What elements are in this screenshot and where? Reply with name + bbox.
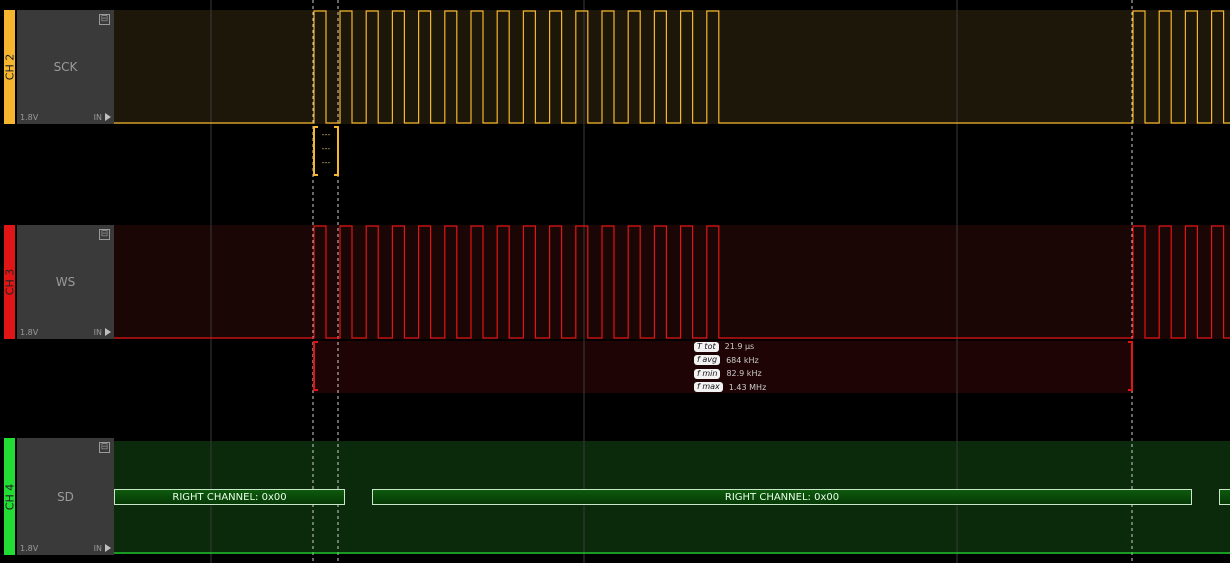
collapse-icon[interactable]: ⊟ <box>99 442 110 453</box>
decoder-frame[interactable]: RIGHT CHANNEL: 0x00 <box>372 489 1192 505</box>
measure-badge: T tot <box>694 341 719 352</box>
measure-value: 21.9 µs <box>724 342 755 352</box>
sck-annotation: --- --- --- <box>318 130 334 172</box>
measure-badge: f max <box>694 382 723 393</box>
measure-row: f min 82.9 kHz <box>694 367 766 381</box>
signal-name: SD <box>57 489 74 504</box>
waveform-area[interactable] <box>0 0 1230 563</box>
collapse-icon[interactable]: ⊟ <box>99 229 110 240</box>
channel-tab-ch2[interactable]: CH 2 <box>3 10 16 124</box>
decoder-frame[interactable] <box>1219 489 1230 505</box>
channel-id: CH 4 <box>3 483 16 510</box>
measure-row: f avg 684 kHz <box>694 354 766 368</box>
ws-lane-bg <box>114 225 1230 339</box>
measure-row: T tot 21.9 µs <box>694 340 766 354</box>
sck-annotation-line: --- <box>321 158 331 167</box>
ws-measurements: T tot 21.9 µs f avg 684 kHz f min 82.9 k… <box>694 340 766 394</box>
decoder-frame-label: RIGHT CHANNEL: 0x00 <box>172 491 287 503</box>
decoder-frame[interactable]: RIGHT CHANNEL: 0x00 <box>114 489 345 505</box>
voltage-label: 1.8V <box>20 544 39 553</box>
direction-label: IN <box>93 113 102 122</box>
channel-panel-sck[interactable]: ⊟ SCK 1.8V IN <box>17 10 114 124</box>
input-arrow-icon <box>105 544 111 552</box>
decoder-frame-label: RIGHT CHANNEL: 0x00 <box>724 491 840 503</box>
voltage-label: 1.8V <box>20 328 39 337</box>
sck-annotation-line: --- <box>321 144 331 153</box>
sck-lane-bg <box>114 10 1230 124</box>
measure-badge: f avg <box>694 355 721 366</box>
direction-label: IN <box>93 328 102 337</box>
channel-id: CH 2 <box>3 53 16 81</box>
channel-panel-ws[interactable]: ⊟ WS 1.8V IN <box>17 225 114 339</box>
signal-name: SCK <box>53 60 78 74</box>
input-arrow-icon <box>105 328 111 336</box>
measure-badge: f min <box>694 368 721 379</box>
sck-annotation-line: --- <box>321 130 331 139</box>
input-arrow-icon <box>105 113 111 121</box>
measure-value: 1.43 MHz <box>728 382 767 392</box>
channel-tab-ch3[interactable]: CH 3 <box>3 225 16 339</box>
collapse-icon[interactable]: ⊟ <box>99 14 110 25</box>
channel-panel-sd[interactable]: ⊟ SD 1.8V IN <box>17 438 114 555</box>
channel-id: CH 3 <box>3 268 16 296</box>
voltage-label: 1.8V <box>20 113 39 122</box>
direction-label: IN <box>93 544 102 553</box>
measure-value: 684 kHz <box>726 355 759 365</box>
channel-tab-ch4[interactable]: CH 4 <box>3 438 16 555</box>
measure-row: f max 1.43 MHz <box>694 381 766 395</box>
measure-value: 82.9 kHz <box>726 369 762 379</box>
signal-name: WS <box>55 275 76 289</box>
